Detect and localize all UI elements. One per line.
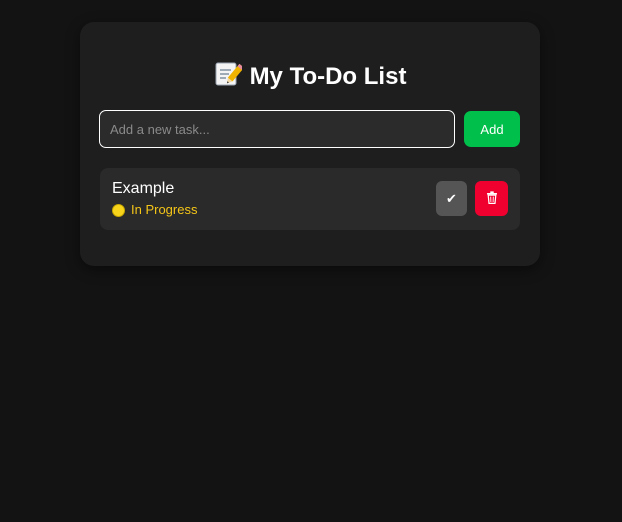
page-title: My To-Do List <box>80 61 540 92</box>
new-task-row: Add <box>99 110 520 148</box>
memo-pencil-icon <box>214 61 244 87</box>
delete-task-button[interactable] <box>475 181 508 216</box>
yellow-circle-icon <box>112 203 125 217</box>
new-task-input[interactable] <box>99 110 455 148</box>
add-task-button[interactable]: Add <box>464 111 520 147</box>
task-name: Example <box>112 180 175 197</box>
list-item: Example In Progress ✔ <box>100 168 520 230</box>
todo-card: My To-Do List Add Example In Progress ✔ <box>80 22 540 266</box>
mark-done-button[interactable]: ✔ <box>436 181 467 216</box>
status-label: In Progress <box>131 202 198 217</box>
trash-icon <box>486 190 498 207</box>
status-badge: In Progress <box>112 202 197 218</box>
title-text: My To-Do List <box>249 63 407 90</box>
